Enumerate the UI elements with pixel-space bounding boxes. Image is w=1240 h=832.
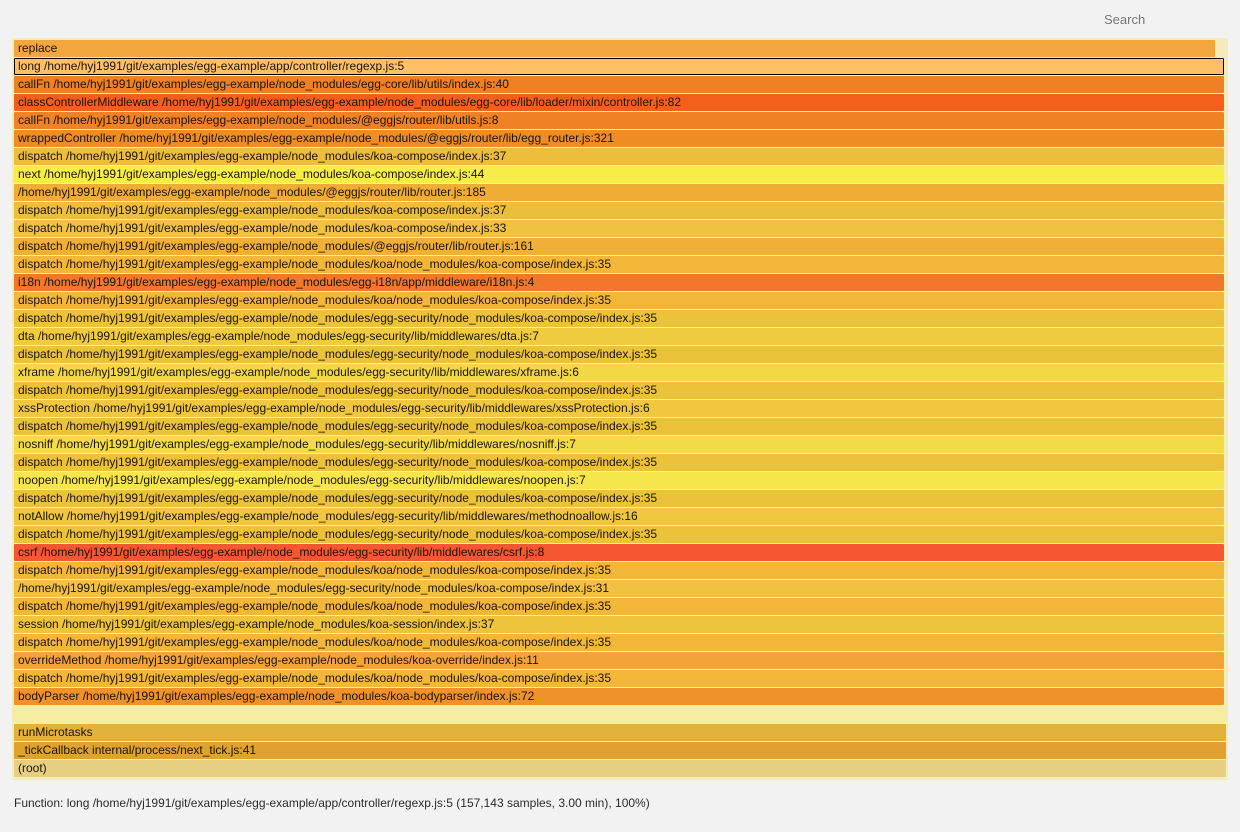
flame-row: callFn /home/hyj1991/git/examples/egg-ex…	[14, 76, 1226, 93]
flame-row: /home/hyj1991/git/examples/egg-example/n…	[14, 184, 1226, 201]
flame-frame[interactable]: long /home/hyj1991/git/examples/egg-exam…	[14, 58, 1224, 75]
flame-frame[interactable]: dispatch /home/hyj1991/git/examples/egg-…	[14, 670, 1224, 687]
flame-frame[interactable]: dispatch /home/hyj1991/git/examples/egg-…	[14, 202, 1224, 219]
flame-row: dispatch /home/hyj1991/git/examples/egg-…	[14, 454, 1226, 471]
flame-row: csrf /home/hyj1991/git/examples/egg-exam…	[14, 544, 1226, 561]
flame-row: dispatch /home/hyj1991/git/examples/egg-…	[14, 292, 1226, 309]
flame-row: xssProtection /home/hyj1991/git/examples…	[14, 400, 1226, 417]
flame-row: runMicrotasks	[14, 724, 1226, 741]
flame-row: dispatch /home/hyj1991/git/examples/egg-…	[14, 562, 1226, 579]
flame-frame[interactable]: dispatch /home/hyj1991/git/examples/egg-…	[14, 310, 1224, 327]
status-details: (157,143 samples, 3.00 min), 100%)	[453, 796, 650, 810]
flame-row: dispatch /home/hyj1991/git/examples/egg-…	[14, 490, 1226, 507]
flame-row: callFn /home/hyj1991/git/examples/egg-ex…	[14, 112, 1226, 129]
flame-row: replace	[14, 40, 1226, 57]
flame-row: dispatch /home/hyj1991/git/examples/egg-…	[14, 148, 1226, 165]
flame-frame[interactable]: i18n /home/hyj1991/git/examples/egg-exam…	[14, 274, 1224, 291]
flame-row: i18n /home/hyj1991/git/examples/egg-exam…	[14, 274, 1226, 291]
flame-frame[interactable]: session /home/hyj1991/git/examples/egg-e…	[14, 616, 1224, 633]
search-input[interactable]	[1102, 11, 1226, 28]
flame-frame[interactable]: _tickCallback internal/process/next_tick…	[14, 742, 1226, 759]
flame-row: dispatch /home/hyj1991/git/examples/egg-…	[14, 202, 1226, 219]
flame-row: dispatch /home/hyj1991/git/examples/egg-…	[14, 670, 1226, 687]
flame-frame[interactable]: dispatch /home/hyj1991/git/examples/egg-…	[14, 562, 1224, 579]
flame-frame[interactable]: dispatch /home/hyj1991/git/examples/egg-…	[14, 148, 1224, 165]
flame-frame[interactable]: runMicrotasks	[14, 724, 1226, 741]
flame-frame[interactable]: dispatch /home/hyj1991/git/examples/egg-…	[14, 526, 1224, 543]
flame-row: _tickCallback internal/process/next_tick…	[14, 742, 1226, 759]
flame-frame[interactable]: (root)	[14, 760, 1226, 777]
flame-row: nosniff /home/hyj1991/git/examples/egg-e…	[14, 436, 1226, 453]
flame-row: dispatch /home/hyj1991/git/examples/egg-…	[14, 256, 1226, 273]
status-prefix: Function:	[14, 796, 67, 810]
flame-frame[interactable]: dispatch /home/hyj1991/git/examples/egg-…	[14, 598, 1224, 615]
flame-frame[interactable]: next /home/hyj1991/git/examples/egg-exam…	[14, 166, 1224, 183]
flame-frame[interactable]: overrideMethod /home/hyj1991/git/example…	[14, 652, 1224, 669]
flame-row: dispatch /home/hyj1991/git/examples/egg-…	[14, 598, 1226, 615]
flame-row: session /home/hyj1991/git/examples/egg-e…	[14, 616, 1226, 633]
flame-frame[interactable]: noopen /home/hyj1991/git/examples/egg-ex…	[14, 472, 1224, 489]
flame-frame[interactable]: callFn /home/hyj1991/git/examples/egg-ex…	[14, 76, 1224, 93]
flame-frame[interactable]: dispatch /home/hyj1991/git/examples/egg-…	[14, 346, 1224, 363]
flame-row: dispatch /home/hyj1991/git/examples/egg-…	[14, 526, 1226, 543]
flame-row: dispatch /home/hyj1991/git/examples/egg-…	[14, 634, 1226, 651]
flame-row: (root)	[14, 760, 1226, 777]
flame-row: overrideMethod /home/hyj1991/git/example…	[14, 652, 1226, 669]
flame-frame[interactable]: nosniff /home/hyj1991/git/examples/egg-e…	[14, 436, 1224, 453]
flame-row: /home/hyj1991/git/examples/egg-example/n…	[14, 580, 1226, 597]
flame-row: long /home/hyj1991/git/examples/egg-exam…	[14, 58, 1226, 75]
flame-frame[interactable]: wrappedController /home/hyj1991/git/exam…	[14, 130, 1224, 147]
flame-row: dispatch /home/hyj1991/git/examples/egg-…	[14, 238, 1226, 255]
status-function: long /home/hyj1991/git/examples/egg-exam…	[67, 796, 453, 810]
flame-row: next /home/hyj1991/git/examples/egg-exam…	[14, 166, 1226, 183]
flame-row: classControllerMiddleware /home/hyj1991/…	[14, 94, 1226, 111]
flame-frame[interactable]: classControllerMiddleware /home/hyj1991/…	[14, 94, 1224, 111]
flame-frame[interactable]: /home/hyj1991/git/examples/egg-example/n…	[14, 580, 1224, 597]
flame-frame[interactable]: dispatch /home/hyj1991/git/examples/egg-…	[14, 256, 1224, 273]
flame-frame[interactable]: bodyParser /home/hyj1991/git/examples/eg…	[14, 688, 1224, 705]
flame-frame[interactable]: dispatch /home/hyj1991/git/examples/egg-…	[14, 454, 1224, 471]
flame-frame[interactable]: xssProtection /home/hyj1991/git/examples…	[14, 400, 1224, 417]
flame-frame[interactable]: /home/hyj1991/git/examples/egg-example/n…	[14, 184, 1224, 201]
flame-frame[interactable]: dispatch /home/hyj1991/git/examples/egg-…	[14, 382, 1224, 399]
flame-frame[interactable]: dispatch /home/hyj1991/git/examples/egg-…	[14, 292, 1224, 309]
flame-row: dispatch /home/hyj1991/git/examples/egg-…	[14, 310, 1226, 327]
flame-gap	[14, 706, 1226, 723]
flame-frame[interactable]: replace	[14, 40, 1215, 57]
flame-row: bodyParser /home/hyj1991/git/examples/eg…	[14, 688, 1226, 705]
flame-frame[interactable]: dispatch /home/hyj1991/git/examples/egg-…	[14, 634, 1224, 651]
flame-frame[interactable]: callFn /home/hyj1991/git/examples/egg-ex…	[14, 112, 1224, 129]
flame-row: dispatch /home/hyj1991/git/examples/egg-…	[14, 220, 1226, 237]
flame-frame[interactable]: dispatch /home/hyj1991/git/examples/egg-…	[14, 220, 1224, 237]
status-bar: Function: long /home/hyj1991/git/example…	[12, 790, 1228, 820]
search-wrap	[12, 7, 1228, 38]
flame-row: dta /home/hyj1991/git/examples/egg-examp…	[14, 328, 1226, 345]
flame-row: noopen /home/hyj1991/git/examples/egg-ex…	[14, 472, 1226, 489]
flame-frame[interactable]: csrf /home/hyj1991/git/examples/egg-exam…	[14, 544, 1224, 561]
flame-graph[interactable]: replacelong /home/hyj1991/git/examples/e…	[12, 38, 1228, 780]
flame-row: dispatch /home/hyj1991/git/examples/egg-…	[14, 418, 1226, 435]
flame-frame[interactable]: xframe /home/hyj1991/git/examples/egg-ex…	[14, 364, 1224, 381]
flame-frame[interactable]: dta /home/hyj1991/git/examples/egg-examp…	[14, 328, 1224, 345]
flame-frame[interactable]: dispatch /home/hyj1991/git/examples/egg-…	[14, 490, 1224, 507]
page-root: replacelong /home/hyj1991/git/examples/e…	[0, 0, 1240, 832]
flame-frame[interactable]: dispatch /home/hyj1991/git/examples/egg-…	[14, 418, 1224, 435]
flame-row: dispatch /home/hyj1991/git/examples/egg-…	[14, 346, 1226, 363]
flame-row: notAllow /home/hyj1991/git/examples/egg-…	[14, 508, 1226, 525]
flame-row: xframe /home/hyj1991/git/examples/egg-ex…	[14, 364, 1226, 381]
flame-frame[interactable]: dispatch /home/hyj1991/git/examples/egg-…	[14, 238, 1224, 255]
flame-row: dispatch /home/hyj1991/git/examples/egg-…	[14, 382, 1226, 399]
flame-frame[interactable]: notAllow /home/hyj1991/git/examples/egg-…	[14, 508, 1224, 525]
flame-row: wrappedController /home/hyj1991/git/exam…	[14, 130, 1226, 147]
